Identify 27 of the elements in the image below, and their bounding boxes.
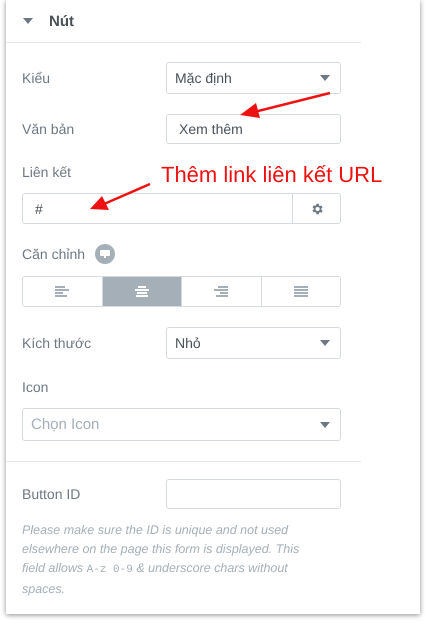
input-field[interactable]: Xem thêm: [166, 114, 341, 144]
field-label: Button ID: [22, 486, 80, 502]
caret-icon: [320, 75, 330, 81]
alignment-option[interactable]: [102, 277, 181, 306]
align-right-icon: [214, 286, 228, 297]
field-label: Kích thước: [22, 334, 92, 352]
field-label: Liên kết: [22, 164, 72, 181]
field-label: Căn chỉnh: [22, 246, 86, 262]
caret-icon: [320, 340, 330, 346]
align-center-icon: [134, 286, 149, 297]
section-title[interactable]: Nút: [49, 12, 74, 30]
dropdown[interactable]: Mặc định: [166, 62, 341, 94]
align-justify-icon: [294, 286, 308, 297]
field-label: Kiểu: [22, 70, 50, 86]
help-text: Please make sure the ID is unique and not used elsewhere on the page this form is displayed. This field allows A-z 0-9 & underscore chars without spaces.: [22, 522, 300, 598]
arrow: [90, 182, 150, 210]
settings-icon[interactable]: [310, 202, 324, 216]
caret-icon[interactable]: [23, 18, 33, 24]
align-left-icon: [55, 286, 70, 297]
field-label: Văn bản: [22, 120, 74, 138]
alignment-option[interactable]: [260, 277, 340, 306]
dropdown[interactable]: Nhỏ: [166, 327, 341, 359]
input-field[interactable]: [166, 479, 341, 509]
caret-icon: [320, 422, 330, 428]
field-label: Icon: [22, 379, 48, 396]
annotation-text: Thêm link liên kết URL: [161, 161, 382, 189]
responsive-icon[interactable]: [95, 244, 116, 264]
